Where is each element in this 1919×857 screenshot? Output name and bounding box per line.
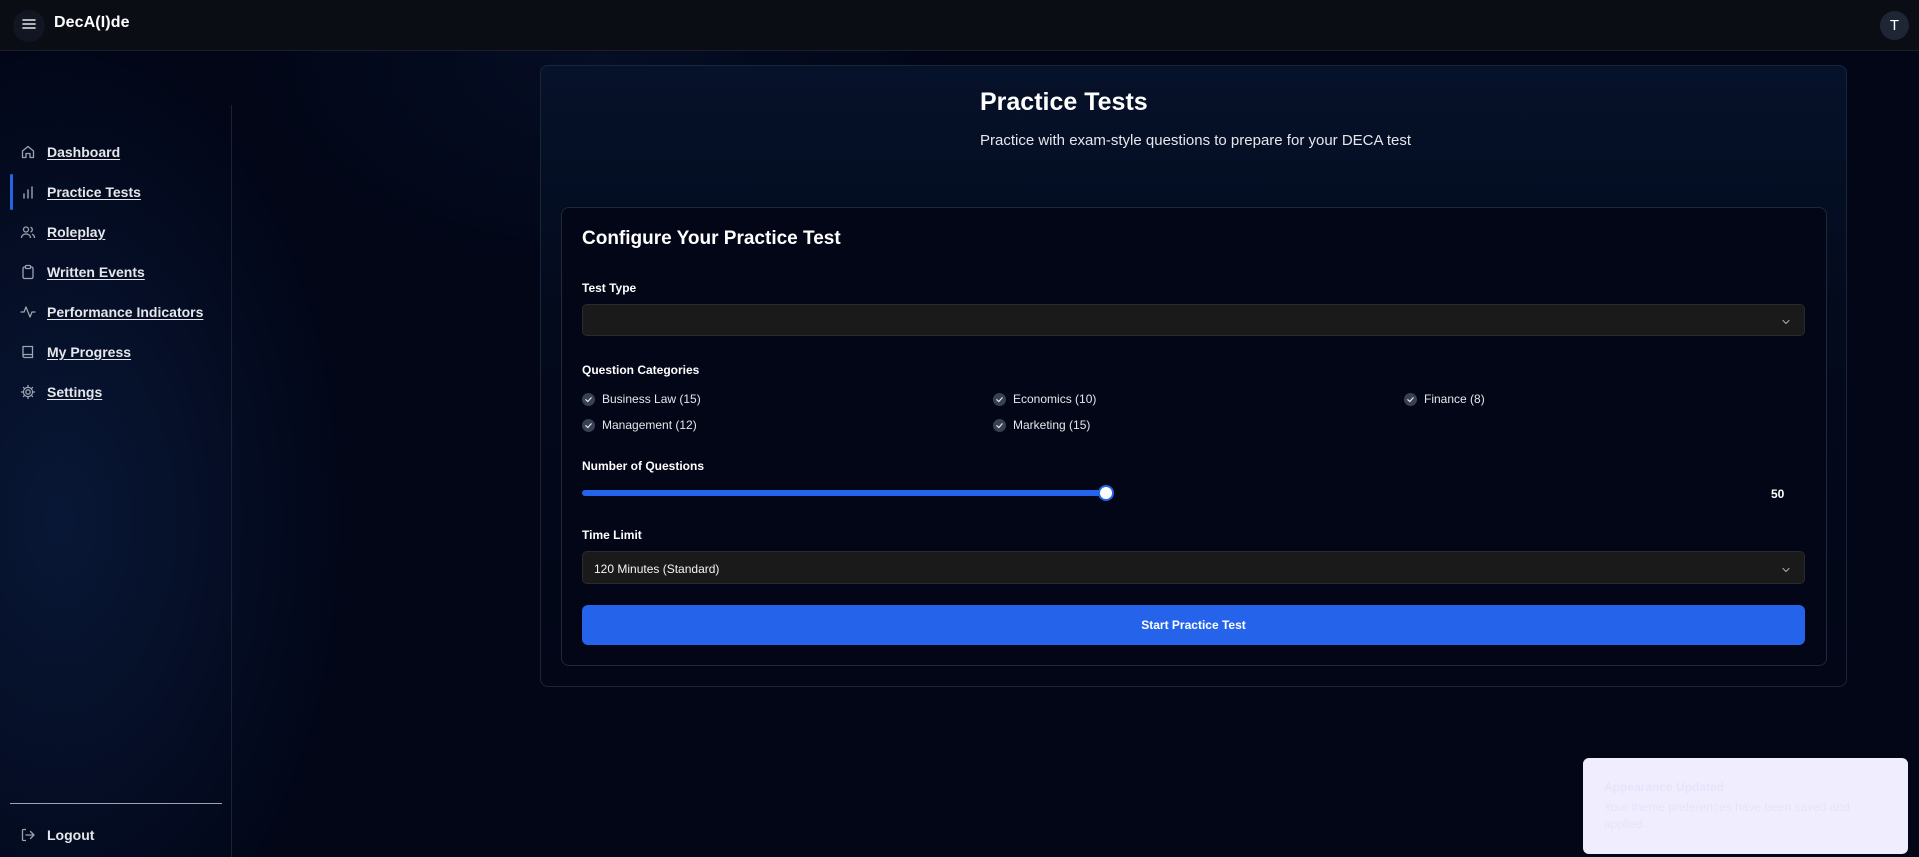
category-finance[interactable]: Finance (8) — [1404, 391, 1485, 407]
toast-body: Your theme preferences have been saved a… — [1604, 800, 1850, 831]
chevron-down-icon — [1780, 563, 1792, 575]
logout-icon — [20, 827, 36, 843]
brand-logo[interactable]: DecA(I)de — [54, 14, 130, 32]
clipboard-icon — [20, 264, 36, 280]
category-management[interactable]: Management (12) — [582, 417, 697, 433]
sidebar-item-label: My Progress — [47, 344, 132, 360]
checkbox-checked[interactable] — [582, 392, 595, 406]
sidebar-item-performance-indicators[interactable]: Performance Indicators — [10, 296, 220, 328]
logout-label: Logout — [47, 827, 95, 843]
number-of-questions-label: Number of Questions — [582, 459, 705, 473]
sidebar-item-written-events[interactable]: Written Events — [10, 256, 220, 288]
page-title: Practice Tests — [980, 88, 1148, 116]
category-economics[interactable]: Economics (10) — [993, 391, 1096, 407]
configure-test-panel — [561, 207, 1827, 666]
avatar[interactable]: T — [1880, 11, 1909, 40]
time-limit-value: 120 Minutes (Standard) — [594, 562, 720, 576]
test-type-label: Test Type — [582, 281, 637, 295]
category-label: Finance (8) — [1424, 392, 1485, 406]
top-bar: DecA(I)de T — [0, 0, 1919, 51]
category-business-law[interactable]: Business Law (15) — [582, 391, 701, 407]
toast-notification[interactable]: Appearance Updated Your theme preference… — [1583, 758, 1908, 854]
sidebar-item-roleplay[interactable]: Roleplay — [10, 216, 220, 248]
checkbox-checked[interactable] — [1404, 392, 1417, 406]
questions-slider-thumb[interactable] — [1098, 485, 1114, 501]
bar-chart-icon — [20, 184, 36, 200]
questions-slider-track[interactable] — [582, 490, 1105, 496]
sidebar-item-practice-tests[interactable]: Practice Tests — [10, 174, 220, 210]
sidebar-item-settings[interactable]: Settings — [10, 376, 220, 408]
toast-title: Appearance Updated — [1604, 780, 1725, 794]
page-subtitle: Practice with exam-style questions to pr… — [980, 132, 1412, 149]
category-label: Marketing (15) — [1013, 418, 1091, 432]
users-icon — [20, 224, 36, 240]
menu-button[interactable] — [13, 10, 45, 42]
hamburger-icon — [21, 16, 37, 37]
sidebar: Dashboard Practice Tests Roleplay Writte… — [0, 105, 232, 857]
sidebar-item-label: Practice Tests — [47, 184, 141, 200]
category-label: Business Law (15) — [602, 392, 701, 406]
question-categories-label: Question Categories — [582, 363, 700, 377]
sidebar-divider — [10, 803, 222, 804]
sidebar-item-label: Dashboard — [47, 144, 121, 160]
questions-count-value: 50 — [1771, 487, 1785, 501]
activity-icon — [20, 304, 36, 320]
time-limit-select[interactable]: 120 Minutes (Standard) — [582, 551, 1805, 584]
checkbox-checked[interactable] — [993, 392, 1006, 406]
chevron-down-icon — [1780, 315, 1792, 327]
category-label: Management (12) — [602, 418, 697, 432]
book-icon — [20, 344, 36, 360]
sidebar-item-label: Written Events — [47, 264, 145, 280]
sidebar-item-label: Settings — [47, 384, 103, 400]
start-practice-test-button[interactable]: Start Practice Test — [582, 605, 1805, 645]
sidebar-item-label: Roleplay — [47, 224, 106, 240]
test-type-select[interactable] — [582, 304, 1805, 336]
sidebar-item-dashboard[interactable]: Dashboard — [10, 136, 220, 168]
category-marketing[interactable]: Marketing (15) — [993, 417, 1090, 433]
checkbox-checked[interactable] — [582, 418, 595, 432]
home-icon — [20, 144, 36, 160]
time-limit-label: Time Limit — [582, 528, 642, 542]
logout-button[interactable]: Logout — [10, 819, 220, 851]
sidebar-item-label: Performance Indicators — [47, 304, 204, 320]
category-label: Economics (10) — [1013, 392, 1097, 406]
sidebar-item-my-progress[interactable]: My Progress — [10, 336, 220, 368]
configure-title: Configure Your Practice Test — [582, 228, 841, 249]
gear-icon — [20, 384, 36, 400]
checkbox-checked[interactable] — [993, 418, 1006, 432]
